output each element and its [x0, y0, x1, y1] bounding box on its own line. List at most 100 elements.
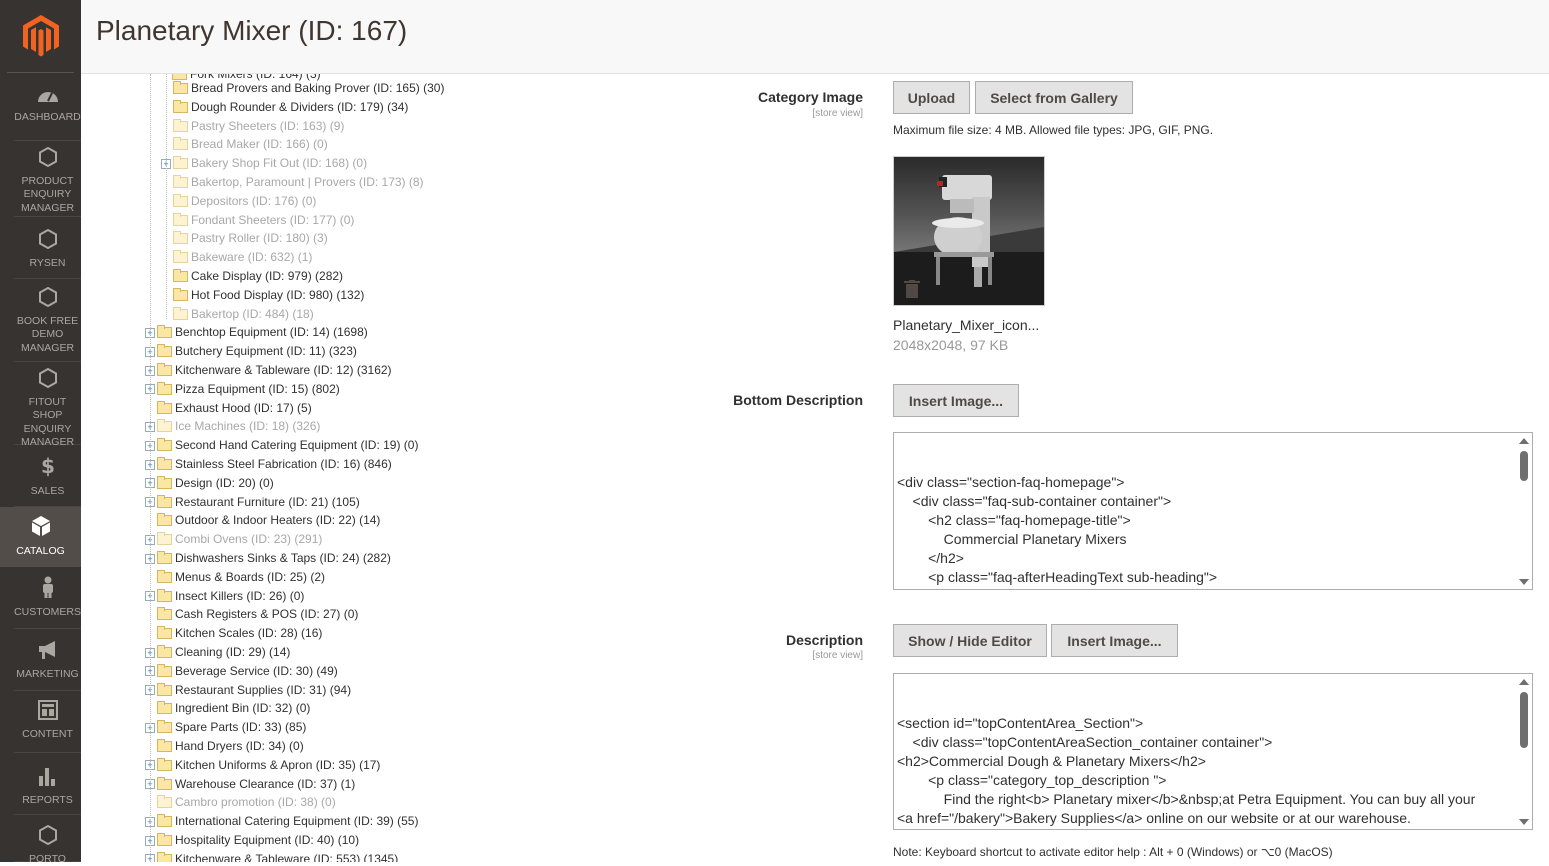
magento-logo-icon — [23, 15, 59, 57]
tree-item-label: Dough Rounder & Dividers (ID: 179) (34) — [191, 98, 408, 117]
tree-item[interactable]: +Kitchen Scales (ID: 28) (16) — [145, 624, 322, 643]
tree-item-label: Menus & Boards (ID: 25) (2) — [175, 568, 325, 587]
tree-item[interactable]: +Cleaning (ID: 29) (14) — [145, 643, 290, 662]
tree-item-label: Kitchenware & Tableware (ID: 553) (1345) — [175, 850, 398, 862]
show-hide-editor-button[interactable]: Show / Hide Editor — [893, 624, 1047, 657]
tree-item[interactable]: +Outdoor & Indoor Heaters (ID: 22) (14) — [145, 511, 380, 530]
folder-icon — [157, 459, 172, 470]
tree-item[interactable]: +Kitchen Uniforms & Apron (ID: 35) (17) — [145, 756, 380, 775]
admin-sidebar: DASHBOARDPRODUCT ENQUIRY MANAGERRYSENBOO… — [0, 0, 81, 862]
scroll-down-arrow[interactable] — [1519, 819, 1529, 825]
tree-item[interactable]: +Pastry Roller (ID: 180) (3) — [161, 229, 328, 248]
sidebar-item-content[interactable]: CONTENT — [14, 691, 81, 753]
description-textarea[interactable]: <section id="topContentArea_Section"> <d… — [893, 673, 1533, 830]
tree-item[interactable]: +Cake Display (ID: 979) (282) — [161, 267, 343, 286]
tree-item[interactable]: +Bakery Shop Fit Out (ID: 168) (0) — [161, 154, 367, 173]
folder-icon — [173, 271, 188, 282]
sidebar-item-label: CUSTOMERS — [14, 606, 81, 620]
scroll-down-arrow[interactable] — [1519, 579, 1529, 585]
tree-item[interactable]: +International Catering Equipment (ID: 3… — [145, 812, 418, 831]
tree-item-label: Beverage Service (ID: 30) (49) — [175, 662, 338, 681]
sidebar-item-book-free-demo-manager[interactable]: BOOK FREE DEMO MANAGER — [14, 279, 81, 362]
sidebar-item-label: CONTENT — [22, 728, 73, 742]
sidebar-item-sales[interactable]: $SALES — [14, 445, 81, 507]
tree-item[interactable]: +Cambro promotion (ID: 38) (0) — [145, 793, 336, 812]
tree-item[interactable]: +Ice Machines (ID: 18) (326) — [145, 417, 320, 436]
tree-item[interactable]: +Bakertop, Paramount | Provers (ID: 173)… — [161, 173, 424, 192]
folder-icon — [173, 102, 188, 113]
tree-item[interactable]: +Pastry Sheeters (ID: 163) (9) — [161, 117, 344, 136]
tree-item[interactable]: +Pizza Equipment (ID: 15) (802) — [145, 380, 340, 399]
tree-item[interactable]: +Hot Food Display (ID: 980) (132) — [161, 286, 364, 305]
scroll-thumb[interactable] — [1520, 451, 1528, 481]
upload-button[interactable]: Upload — [893, 81, 970, 114]
tree-item[interactable]: +Spare Parts (ID: 33) (85) — [145, 718, 306, 737]
tree-item[interactable]: +Bakertop (ID: 484) (18) — [161, 305, 314, 324]
tree-item-label: Hand Dryers (ID: 34) (0) — [175, 737, 304, 756]
folder-icon — [157, 647, 172, 658]
sidebar-item-customers[interactable]: CUSTOMERS — [14, 567, 81, 629]
folder-icon — [173, 158, 188, 169]
tree-item[interactable]: +Cash Registers & POS (ID: 27) (0) — [145, 605, 358, 624]
folder-icon — [157, 478, 172, 489]
magento-logo[interactable] — [7, 0, 74, 73]
sidebar-item-rysen[interactable]: RYSEN — [14, 217, 81, 279]
tree-item[interactable]: +Bread Provers and Baking Prover (ID: 16… — [161, 79, 444, 98]
sidebar-item-catalog[interactable]: CATALOG — [0, 507, 81, 567]
code-line: <a href="/bakery">Bakery Supplies</a> on… — [897, 809, 1512, 828]
tree-item[interactable]: +Warehouse Clearance (ID: 37) (1) — [145, 775, 355, 794]
tree-item[interactable]: +Menus & Boards (ID: 25) (2) — [145, 568, 325, 587]
tree-item[interactable]: +Restaurant Supplies (ID: 31) (94) — [145, 681, 351, 700]
bottom-insert-image-button[interactable]: Insert Image... — [893, 384, 1019, 417]
tree-item[interactable]: +Benchtop Equipment (ID: 14) (1698) — [145, 323, 368, 342]
tree-item[interactable]: +Bread Maker (ID: 166) (0) — [161, 135, 328, 154]
trash-icon[interactable] — [904, 280, 920, 298]
folder-icon — [157, 384, 172, 395]
select-from-gallery-button[interactable]: Select from Gallery — [975, 81, 1133, 114]
folder-icon — [157, 346, 172, 357]
tree-item[interactable]: +Combi Ovens (ID: 23) (291) — [145, 530, 322, 549]
folder-icon — [157, 591, 172, 602]
scroll-thumb[interactable] — [1520, 692, 1528, 748]
tree-item[interactable]: +Dough Rounder & Dividers (ID: 179) (34) — [161, 98, 408, 117]
bottom-description-scrollbar[interactable] — [1518, 435, 1530, 575]
code-line: <p class="category_top_description "> — [897, 771, 1512, 790]
hexagon-icon — [39, 825, 57, 850]
tree-item[interactable]: +Ingredient Bin (ID: 32) (0) — [145, 699, 310, 718]
tree-item[interactable]: +Second Hand Catering Equipment (ID: 19)… — [145, 436, 418, 455]
sidebar-item-label: REPORTS — [22, 794, 73, 808]
tree-item[interactable]: +Bakeware (ID: 632) (1) — [161, 248, 312, 267]
sidebar-item-marketing[interactable]: MARKETING — [14, 629, 81, 691]
sidebar-item-fitout-shop-enquiry-manager[interactable]: FITOUT SHOP ENQUIRY MANAGER — [14, 362, 81, 445]
tree-item[interactable]: +Butchery Equipment (ID: 11) (323) — [145, 342, 357, 361]
code-line: <div class="topContentAreaSection_contai… — [897, 733, 1512, 752]
tree-item[interactable]: +Beverage Service (ID: 30) (49) — [145, 662, 338, 681]
description-scrollbar[interactable] — [1518, 676, 1530, 815]
tree-item[interactable]: +Exhaust Hood (ID: 17) (5) — [145, 399, 312, 418]
tree-item[interactable]: +Dishwashers Sinks & Taps (ID: 24) (282) — [145, 549, 391, 568]
tree-item[interactable]: +Hospitality Equipment (ID: 40) (10) — [145, 831, 359, 850]
description-insert-image-button[interactable]: Insert Image... — [1051, 624, 1178, 657]
category-image-preview[interactable] — [893, 156, 1045, 306]
tree-item[interactable]: +Design (ID: 20) (0) — [145, 474, 274, 493]
tree-item[interactable]: +Insect Killers (ID: 26) (0) — [145, 587, 304, 606]
tree-guide-line — [166, 74, 167, 319]
bottom-description-textarea[interactable]: <div class="section-faq-homepage"> <div … — [893, 432, 1533, 590]
tree-item[interactable]: +Kitchenware & Tableware (ID: 553) (1345… — [145, 850, 398, 862]
tree-item[interactable]: +Stainless Steel Fabrication (ID: 16) (8… — [145, 455, 392, 474]
sidebar-item-dashboard[interactable]: DASHBOARD — [14, 73, 81, 141]
tree-item[interactable]: +Depositors (ID: 176) (0) — [161, 192, 316, 211]
scroll-up-arrow[interactable] — [1519, 438, 1529, 444]
sidebar-item-porto[interactable]: PORTO — [14, 815, 81, 862]
scroll-up-arrow[interactable] — [1519, 679, 1529, 685]
folder-icon — [157, 365, 172, 376]
hexagon-icon — [39, 368, 57, 393]
sidebar-item-product-enquiry-manager[interactable]: PRODUCT ENQUIRY MANAGER — [14, 141, 81, 217]
tree-item[interactable]: +Restaurant Furniture (ID: 21) (105) — [145, 493, 360, 512]
tree-item[interactable]: +Hand Dryers (ID: 34) (0) — [145, 737, 304, 756]
tree-item[interactable]: +Fondant Sheeters (ID: 177) (0) — [161, 211, 354, 230]
tree-item-label: Depositors (ID: 176) (0) — [191, 192, 316, 211]
person-icon — [41, 576, 55, 603]
sidebar-item-reports[interactable]: REPORTS — [14, 753, 81, 815]
tree-item[interactable]: +Kitchenware & Tableware (ID: 12) (3162) — [145, 361, 392, 380]
